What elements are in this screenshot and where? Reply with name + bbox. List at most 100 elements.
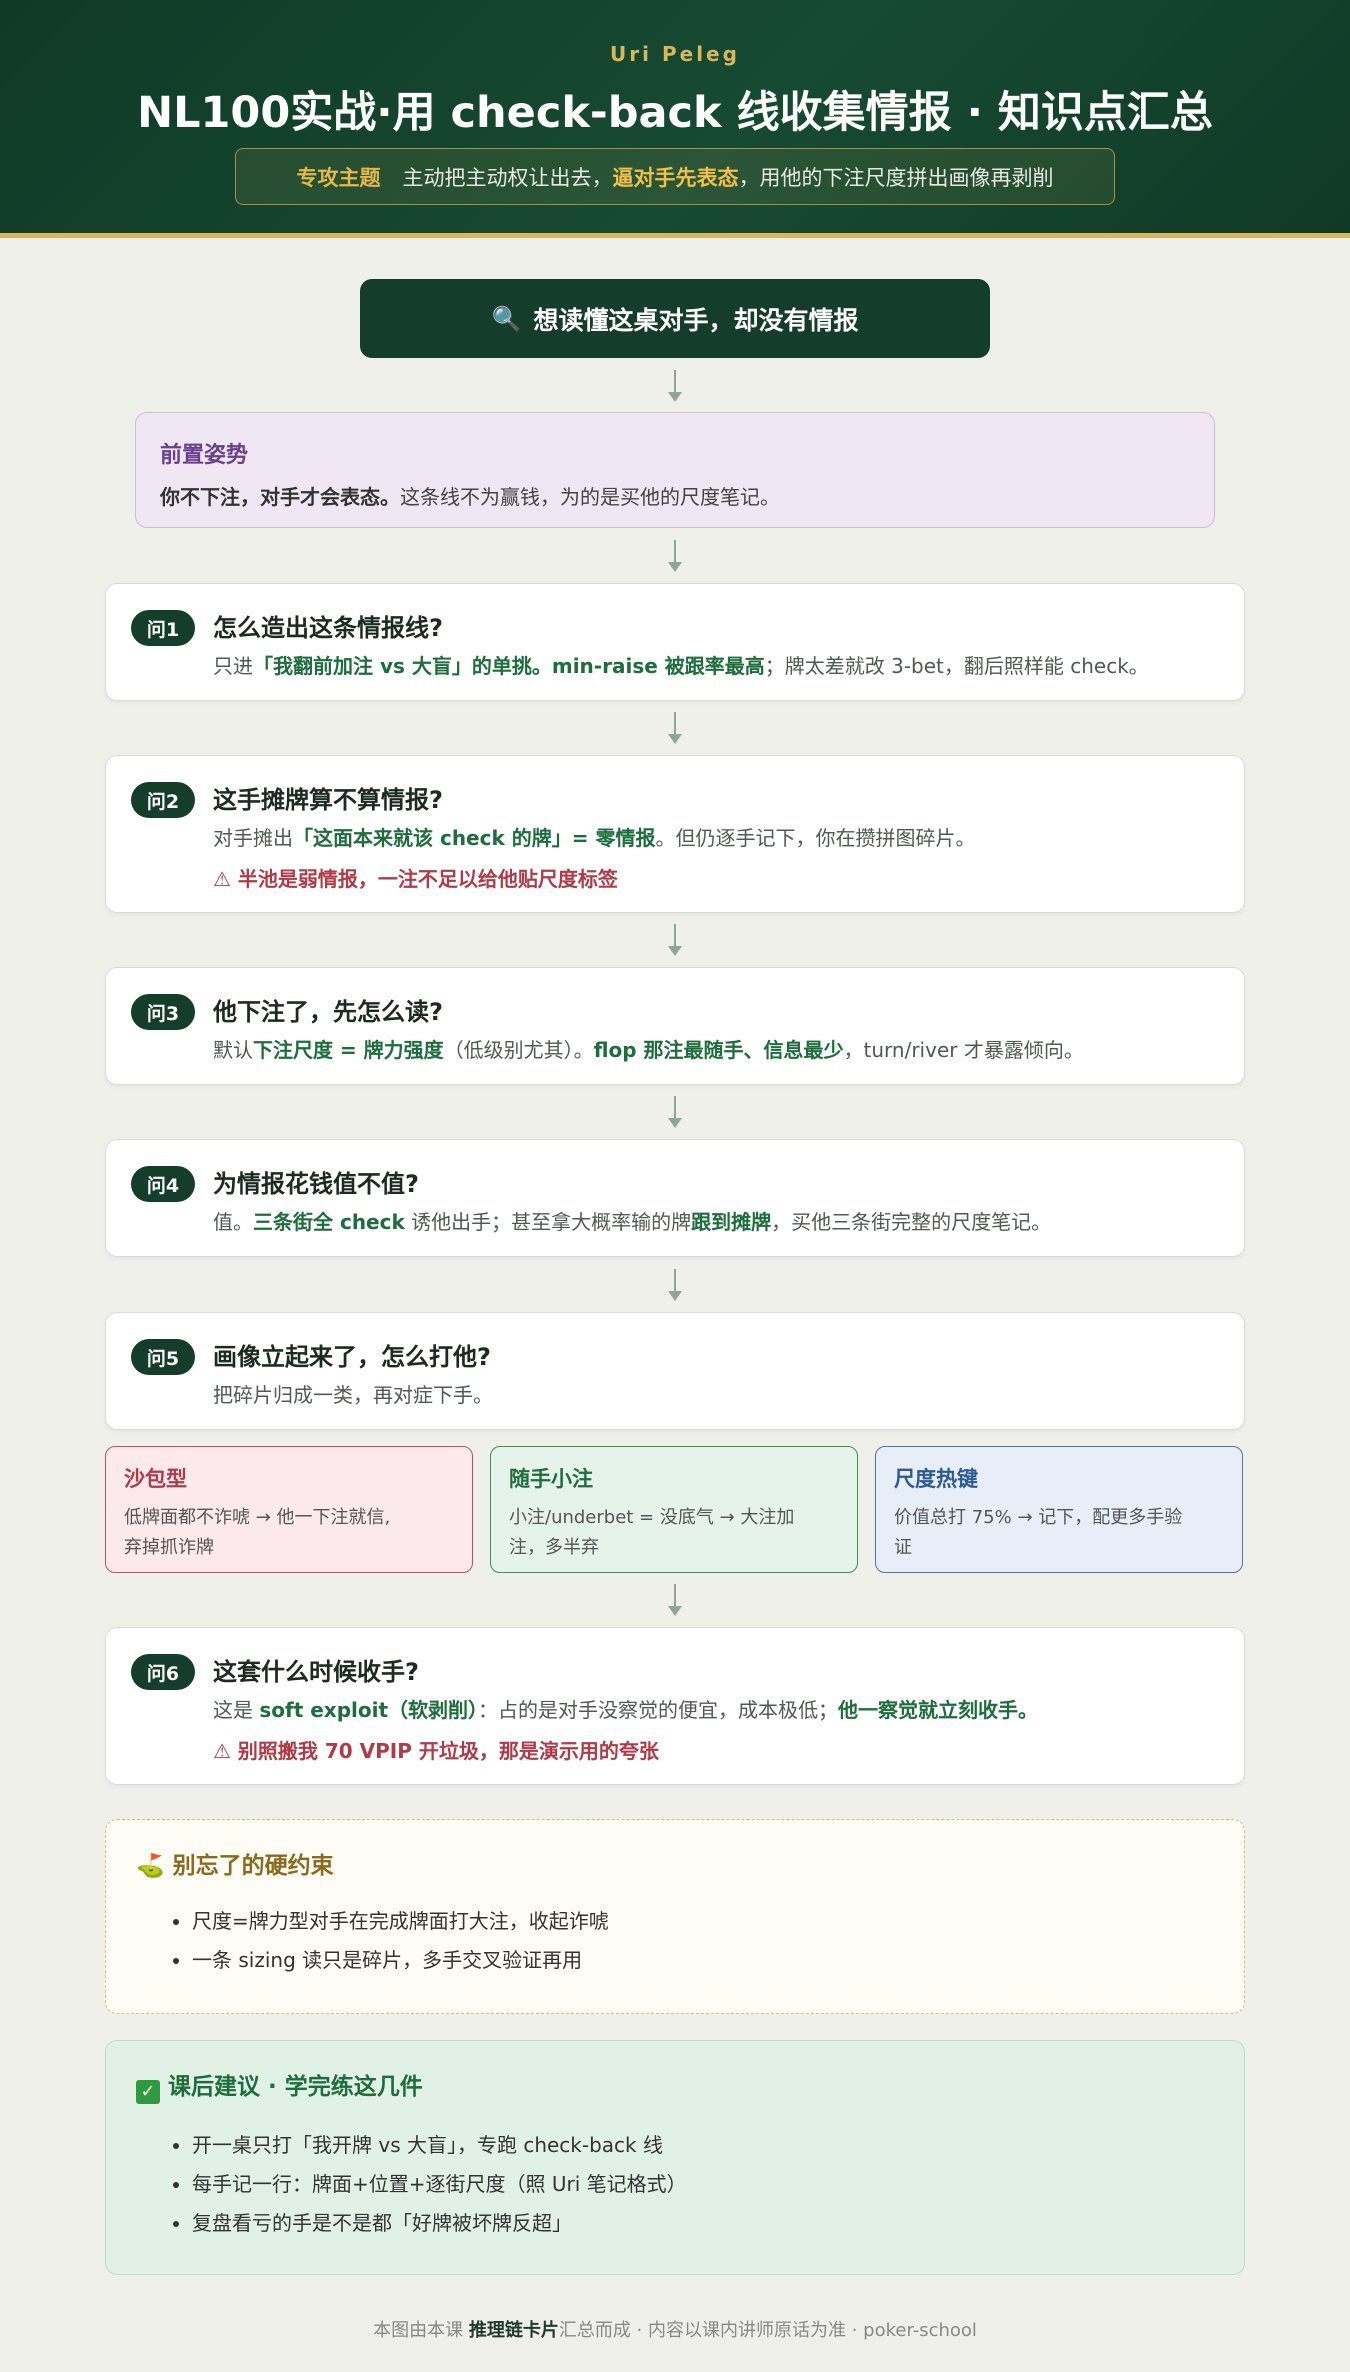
answer-text: 这是	[213, 1698, 260, 1722]
question-answer: 默认下注尺度 = 牌力强度（低级别尤其）。flop 那注最随手、信息最少，tur…	[213, 1034, 1084, 1063]
answer-text: ，买他三条街完整的尺度笔记。	[771, 1210, 1052, 1234]
answer-highlight: 跟到摊牌	[691, 1210, 772, 1234]
premise-rest: 这条线不为赢钱，为的是买他的尺度笔记。	[400, 485, 780, 509]
question-card-1: 问1 怎么造出这条情报线? 只进「我翻前加注 vs 大盲」的单挑。min-rai…	[105, 583, 1245, 701]
premise-body: 你不下注，对手才会表态。这条线不为赢钱，为的是买他的尺度笔记。	[160, 481, 1190, 510]
answer-text: 。但仍逐手记下，你在攒拼图碎片。	[655, 826, 976, 850]
flow-arrow-icon	[665, 924, 685, 958]
question-answer: 把碎片归成一类，再对症下手。	[213, 1383, 493, 1407]
flow-arrow-icon	[665, 1584, 685, 1618]
constraints-list: 尺度=牌力型对手在完成牌面打大注，收起诈唬 一条 sizing 读只是碎片，多手…	[136, 1902, 1214, 1980]
question-card-2: 问2 这手摊牌算不算情报? 对手摊出「这面本来就该 check 的牌」= 零情报…	[105, 755, 1245, 913]
question-badge: 问6	[131, 1654, 195, 1690]
list-item: 开一桌只打「我开牌 vs 大盲」，专跑 check-back 线	[192, 2126, 1214, 2165]
flag-icon: ⛳	[136, 1853, 165, 1879]
type-line: 低牌面都不诈唬 → 他一下注就信,	[124, 1507, 391, 1528]
answer-highlight: 下注尺度 = 牌力强度	[253, 1038, 444, 1062]
footer-note: 本图由本课 推理链卡片汇总而成 · 内容以课内讲师原话为准 · poker-sc…	[0, 2316, 1350, 2342]
answer-text: （低级别尤其）。	[443, 1038, 594, 1062]
list-item: 复盘看亏的手是不是都「好牌被坏牌反超」	[192, 2204, 1214, 2243]
constraints-box: ⛳ 别忘了的硬约束 尺度=牌力型对手在完成牌面打大注，收起诈唬 一条 sizing…	[105, 1819, 1245, 2014]
advice-heading: ✓ 课后建议 · 学完练这几件	[136, 2067, 1214, 2104]
answer-text: ，turn/river 才暴露倾向。	[843, 1038, 1084, 1062]
footer-text: 本图由本课	[373, 2320, 469, 2341]
flow-arrow-icon	[665, 1096, 685, 1130]
premise-bold: 你不下注，对手才会表态。	[160, 485, 400, 509]
type-body: 小注/underbet = 没底气 → 大注加 注，多半弃	[509, 1503, 839, 1563]
list-item: 每手记一行：牌面+位置+逐街尺度（照 Uri 笔记格式）	[192, 2165, 1214, 2204]
question-title: 这套什么时候收手?	[213, 1658, 419, 1686]
flow-arrow-icon	[665, 370, 685, 404]
flow-arrow-icon	[665, 540, 685, 574]
header-banner: Uri Peleg NL100实战·用 check-back 线收集情报 · 知…	[0, 0, 1350, 238]
constraints-heading-text: 别忘了的硬约束	[172, 1853, 334, 1879]
constraints-heading: ⛳ 别忘了的硬约束	[136, 1846, 1214, 1880]
subject-text-post: ，用他的下注尺度拼出画像再剥削	[738, 165, 1054, 190]
question-title: 怎么造出这条情报线?	[213, 614, 443, 642]
question-card-5: 问5 画像立起来了，怎么打他? 把碎片归成一类，再对症下手。	[105, 1312, 1245, 1430]
answer-text: 默认	[213, 1038, 253, 1062]
type-heading: 尺度热键	[894, 1467, 978, 1491]
footer-bold: 推理链卡片	[468, 2320, 559, 2341]
warning-note: ⚠ 半池是弱情报，一注不足以给他贴尺度标签	[213, 867, 618, 891]
question-badge: 问1	[131, 610, 195, 646]
question-badge: 问2	[131, 782, 195, 818]
question-answer: 值。三条街全 check 诱他出手；甚至拿大概率输的牌跟到摊牌，买他三条街完整的…	[213, 1206, 1051, 1235]
subject-text-pre: 主动把主动权让出去，	[402, 165, 613, 190]
question-answer: 这是 soft exploit（软剥削）：占的是对手没察觉的便宜，成本极低；他一…	[213, 1694, 1038, 1723]
question-card-6: 问6 这套什么时候收手? 这是 soft exploit（软剥削）：占的是对手没…	[105, 1627, 1245, 1785]
flow-arrow-icon	[665, 712, 685, 746]
subject-highlight: 逼对手先表态	[612, 165, 739, 190]
answer-highlight: soft exploit（软剥削）	[259, 1698, 479, 1722]
question-badge: 问5	[131, 1339, 195, 1375]
question-title: 他下注了，先怎么读?	[213, 998, 443, 1026]
question-title: 画像立起来了，怎么打他?	[213, 1343, 491, 1371]
type-line: 证	[894, 1537, 912, 1558]
subject-tag: 专攻主题	[296, 165, 381, 190]
answer-highlight: flop 那注最随手、信息最少	[593, 1038, 844, 1062]
answer-highlight: 三条街全 check	[253, 1210, 405, 1234]
warning-note: ⚠ 别照搬我 70 VPIP 开垃圾，那是演示用的夸张	[213, 1739, 659, 1763]
advice-heading-text: 课后建议 · 学完练这几件	[168, 2074, 423, 2100]
question-title: 这手摊牌算不算情报?	[213, 786, 443, 814]
subject-box: 专攻主题 主动把主动权让出去， 逼对手先表态 ，用他的下注尺度拼出画像再剥削	[235, 148, 1115, 205]
start-label: 想读懂这桌对手，却没有情报	[533, 305, 859, 335]
answer-text: 对手摊出	[213, 826, 293, 850]
answer-text: 只进	[213, 654, 253, 678]
list-item: 一条 sizing 读只是碎片，多手交叉验证再用	[192, 1941, 1214, 1980]
type-card-sandbag: 沙包型 低牌面都不诈唬 → 他一下注就信, 弃掉抓诈牌	[105, 1446, 473, 1573]
type-line: 注，多半弃	[509, 1537, 599, 1558]
answer-highlight: 他一察觉就立刻收手。	[838, 1698, 1039, 1722]
type-line: 小注/underbet = 没底气 → 大注加	[509, 1507, 795, 1528]
answer-text: 值。	[213, 1210, 253, 1234]
advice-box: ✓ 课后建议 · 学完练这几件 开一桌只打「我开牌 vs 大盲」，专跑 check…	[105, 2040, 1245, 2275]
type-line: 弃掉抓诈牌	[124, 1537, 214, 1558]
question-answer: 对手摊出「这面本来就该 check 的牌」= 零情报。但仍逐手记下，你在攒拼图碎…	[213, 822, 975, 851]
type-body: 低牌面都不诈唬 → 他一下注就信, 弃掉抓诈牌	[124, 1503, 454, 1563]
type-card-sizing-hotkey: 尺度热键 价值总打 75% → 记下，配更多手验证	[875, 1446, 1243, 1573]
premise-heading: 前置姿势	[160, 443, 249, 468]
answer-highlight: 「这面本来就该 check 的牌」= 零情报	[293, 826, 656, 850]
type-heading: 沙包型	[124, 1467, 187, 1491]
page-title: NL100实战·用 check-back 线收集情报 · 知识点汇总	[137, 88, 1213, 138]
footer-text: 汇总而成 · 内容以课内讲师原话为准 · poker-school	[558, 2320, 977, 2341]
answer-highlight: 「我翻前加注 vs 大盲」的单挑。min-raise 被跟率最高	[253, 654, 765, 678]
type-heading: 随手小注	[509, 1467, 593, 1491]
author-name: Uri Peleg	[610, 42, 740, 66]
check-icon: ✓	[136, 2080, 160, 2104]
question-card-3: 问3 他下注了，先怎么读? 默认下注尺度 = 牌力强度（低级别尤其）。flop …	[105, 967, 1245, 1085]
list-item: 尺度=牌力型对手在完成牌面打大注，收起诈唬	[192, 1902, 1214, 1941]
answer-text: ：占的是对手没察觉的便宜，成本极低；	[478, 1698, 839, 1722]
advice-list: 开一桌只打「我开牌 vs 大盲」，专跑 check-back 线 每手记一行：牌…	[136, 2126, 1214, 2243]
question-card-4: 问4 为情报花钱值不值? 值。三条街全 check 诱他出手；甚至拿大概率输的牌…	[105, 1139, 1245, 1257]
question-badge: 问4	[131, 1166, 195, 1202]
answer-text: ；牌太差就改 3-bet，翻后照样能 check。	[764, 654, 1149, 678]
premise-box: 前置姿势 你不下注，对手才会表态。这条线不为赢钱，为的是买他的尺度笔记。	[135, 412, 1215, 528]
question-title: 为情报花钱值不值?	[213, 1170, 419, 1198]
start-node: 🔍 想读懂这桌对手，却没有情报	[360, 279, 990, 358]
type-card-small-bet: 随手小注 小注/underbet = 没底气 → 大注加 注，多半弃	[490, 1446, 858, 1573]
type-body: 价值总打 75% → 记下，配更多手验证	[894, 1503, 1224, 1563]
question-badge: 问3	[131, 994, 195, 1030]
type-line: 价值总打 75% → 记下，配更多手验	[894, 1507, 1183, 1528]
flow-arrow-icon	[665, 1269, 685, 1303]
